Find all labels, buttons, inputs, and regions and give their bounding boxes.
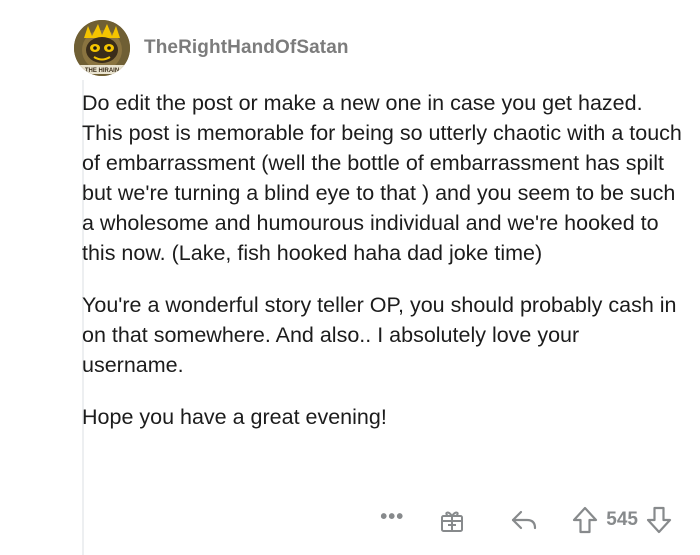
award-button[interactable] (438, 506, 466, 534)
reply-button[interactable] (510, 508, 538, 532)
award-gift-icon (441, 511, 464, 532)
comment-body: Do edit the post or make a new one in ca… (82, 88, 682, 454)
avatar[interactable]: THE HIRAIN (74, 20, 130, 76)
more-options-button[interactable]: ••• (380, 506, 405, 528)
more-options-icon: ••• (380, 506, 405, 528)
avatar-banner-text: THE HIRAIN (85, 68, 119, 74)
comment-header: THE HIRAIN TheRightHandOfSatan (74, 20, 349, 76)
avatar-image: THE HIRAIN (74, 20, 130, 76)
comment-actions: ••• 545 (380, 505, 672, 535)
comment-paragraph-1: Do edit the post or make a new one in ca… (82, 91, 682, 265)
comment-paragraph-2: You're a wonderful story teller OP, you … (82, 293, 677, 377)
comment-paragraph-3: Hope you have a great evening! (82, 405, 387, 429)
reply-arrow-icon (512, 510, 537, 530)
downvote-button[interactable] (646, 506, 672, 534)
username[interactable]: TheRightHandOfSatan (144, 37, 349, 59)
vote-score: 545 (606, 509, 638, 530)
downvote-arrow-icon (646, 506, 672, 534)
upvote-arrow-icon (573, 506, 598, 534)
upvote-button[interactable] (572, 506, 598, 534)
